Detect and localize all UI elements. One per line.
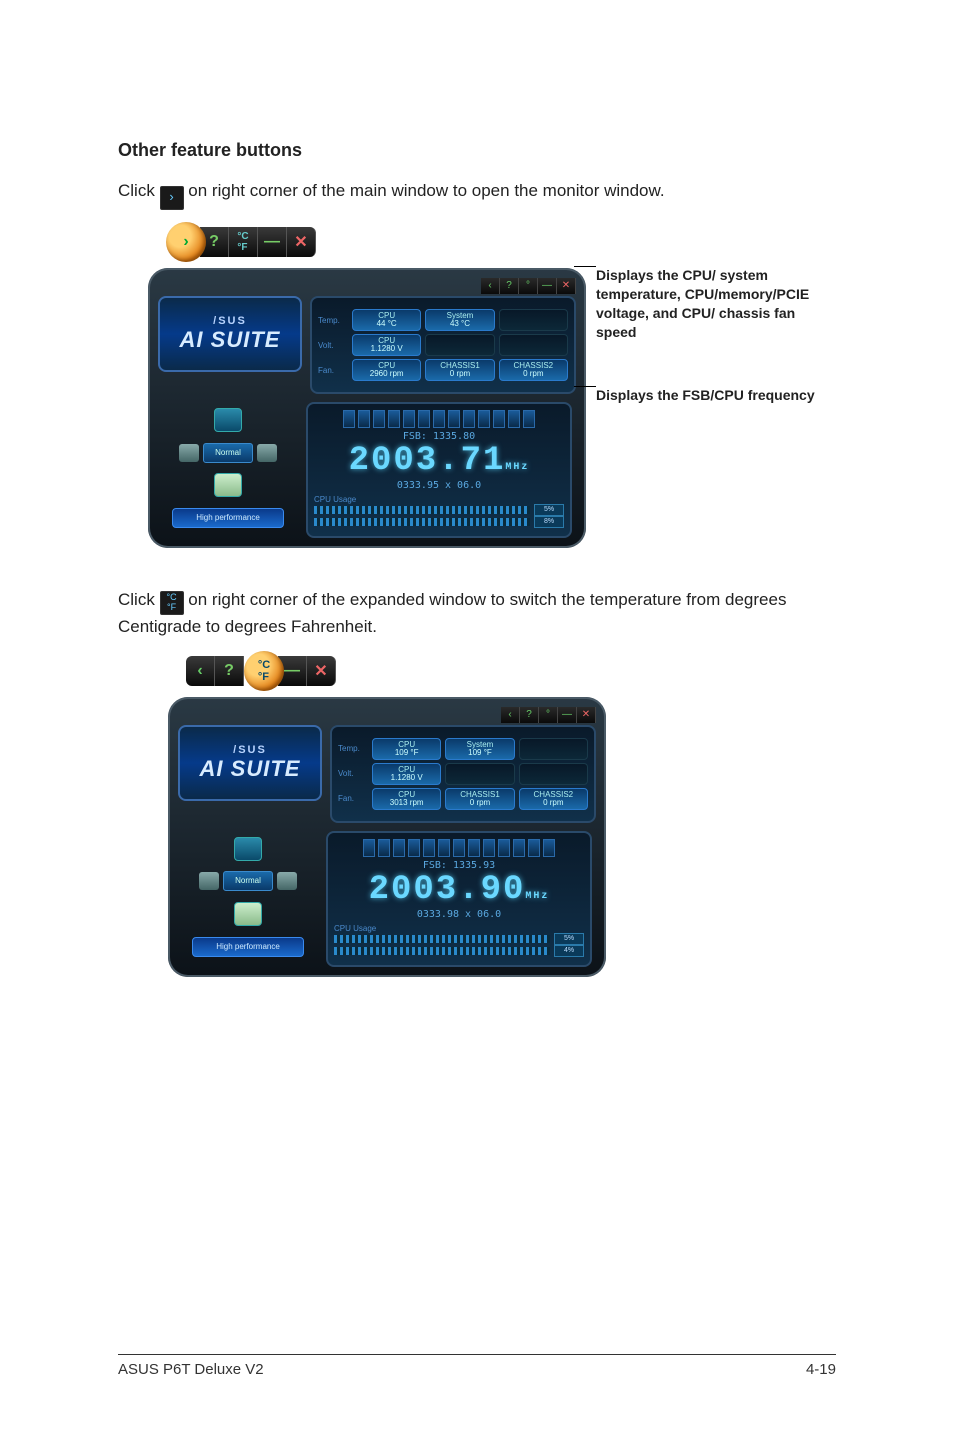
mini-toolbar-2: ‹ ? ° — ✕ (178, 707, 596, 723)
logo-box-2: /SUS AI SUITE (178, 725, 322, 801)
volt-empty1 (425, 334, 494, 356)
logo-box: /SUS AI SUITE (158, 296, 302, 372)
high-performance-button-2[interactable]: High performance (192, 937, 304, 957)
cpu-frequency-2: 2003.90MHz (334, 871, 584, 909)
monitor-icon-2 (234, 837, 262, 861)
fan-label-2: Fan. (338, 794, 368, 803)
frequency-panel-2: FSB: 1335.93 2003.90MHz 0333.98 x 06.0 C… (326, 831, 592, 967)
fan-cpu: CPU2960 rpm (352, 359, 421, 381)
fan-chassis2: CHASSIS20 rpm (499, 359, 568, 381)
cpu-usage-2: 8% (534, 516, 564, 528)
titlebar-2: ‹ ? °C°F — ✕ (186, 651, 606, 691)
mini-collapse-2[interactable]: ‹ (501, 707, 520, 723)
mode-prev[interactable] (179, 444, 199, 462)
apply-icon[interactable] (214, 473, 242, 497)
para1-post: on right corner of the main window to op… (188, 181, 664, 200)
para2-pre: Click (118, 590, 160, 609)
dram-value-2: 0333.98 x 06.0 (334, 909, 584, 920)
mode-label: Normal (203, 443, 253, 463)
collapse-button[interactable]: ‹ (186, 656, 215, 686)
footer-left: ASUS P6T Deluxe V2 (118, 1361, 264, 1378)
titlebar: › ? °C°F — ✕ (166, 222, 586, 262)
temp-unit-button[interactable]: °C°F (229, 227, 258, 257)
cpu-usage-1: 5% (534, 504, 564, 516)
mode-next-2[interactable] (277, 872, 297, 890)
apply-icon-2[interactable] (234, 902, 262, 926)
mini-unit[interactable]: ° (519, 278, 538, 294)
footer-right: 4-19 (806, 1361, 836, 1378)
help-button-2[interactable]: ? (215, 656, 244, 686)
page-footer: ASUS P6T Deluxe V2 4-19 (118, 1354, 836, 1378)
mini-close-2[interactable]: ✕ (577, 707, 596, 723)
fsb-value: FSB: 1335.80 (314, 431, 564, 442)
mini-unit-2[interactable]: ° (539, 707, 558, 723)
mode-box: Normal High performance (158, 402, 298, 534)
cpu-usage-2b: 4% (554, 945, 584, 957)
temp-unit-icon: °C°F (160, 591, 184, 615)
close-button-2[interactable]: ✕ (307, 656, 336, 686)
mini-toolbar: ‹ ? ° — ✕ (158, 278, 576, 294)
mode-box-2: Normal High performance (178, 831, 318, 963)
mini-close[interactable]: ✕ (557, 278, 576, 294)
mode-prev-2[interactable] (199, 872, 219, 890)
temp-system: System43 °C (425, 309, 494, 331)
fan-label: Fan. (318, 366, 348, 375)
logo-bottom-2: AI SUITE (200, 756, 301, 782)
high-performance-button[interactable]: High performance (172, 508, 284, 528)
paragraph-2: Click °C°F on right corner of the expand… (118, 588, 836, 639)
sensor-panel-2: Temp. CPU109 °F System109 °F Volt. CPU1.… (330, 725, 596, 823)
volt-cpu: CPU1.1280 V (352, 334, 421, 356)
para1-pre: Click (118, 181, 160, 200)
cpu-usage-label-2: CPU Usage (334, 924, 584, 933)
cpu-frequency: 2003.71MHz (314, 442, 564, 480)
temp-empty-2 (519, 738, 588, 760)
mini-min-2[interactable]: — (558, 707, 577, 723)
expand-button[interactable]: › (166, 222, 206, 262)
section-heading: Other feature buttons (118, 140, 836, 161)
mode-label-2: Normal (223, 871, 273, 891)
callout-sensors: Displays the CPU/ system temperature, CP… (596, 266, 836, 376)
monitor-icon (214, 408, 242, 432)
figure-1: › ? °C°F — ✕ ‹ ? ° — ✕ /SUS AI SUITE (148, 222, 836, 548)
volt-label: Volt. (318, 341, 348, 350)
volt-empty2 (499, 334, 568, 356)
cpu-usage-label: CPU Usage (314, 495, 564, 504)
figure-2: ‹ ? °C°F — ✕ ‹ ? ° — ✕ /SUS AI SUITE (168, 651, 836, 977)
fan-chassis2-2: CHASSIS20 rpm (519, 788, 588, 810)
temp-cpu: CPU44 °C (352, 309, 421, 331)
cpu-usage-1b: 5% (554, 933, 584, 945)
temp-label: Temp. (318, 316, 348, 325)
callout-frequency: Displays the FSB/CPU frequency (596, 386, 836, 405)
para2-post: on right corner of the expanded window t… (118, 590, 786, 636)
temp-cpu-2: CPU109 °F (372, 738, 441, 760)
volt-empty1-2 (445, 763, 514, 785)
volt-empty2-2 (519, 763, 588, 785)
mode-next[interactable] (257, 444, 277, 462)
temp-label-2: Temp. (338, 744, 368, 753)
fan-chassis1: CHASSIS10 rpm (425, 359, 494, 381)
fsb-value-2: FSB: 1335.93 (334, 860, 584, 871)
logo-top: /SUS (213, 315, 247, 327)
mini-min[interactable]: — (538, 278, 557, 294)
sensor-panel: Temp. CPU44 °C System43 °C Volt. CPU1.12… (310, 296, 576, 394)
expand-icon: › (160, 186, 184, 210)
temp-system-2: System109 °F (445, 738, 514, 760)
volt-cpu-2: CPU1.1280 V (372, 763, 441, 785)
paragraph-1: Click › on right corner of the main wind… (118, 179, 836, 210)
dram-value: 0333.95 x 06.0 (314, 480, 564, 491)
mini-help[interactable]: ? (500, 278, 519, 294)
volt-label-2: Volt. (338, 769, 368, 778)
mini-help-2[interactable]: ? (520, 707, 539, 723)
temp-empty (499, 309, 568, 331)
logo-bottom: AI SUITE (180, 327, 281, 353)
fan-cpu-2: CPU3013 rpm (372, 788, 441, 810)
close-button[interactable]: ✕ (287, 227, 316, 257)
frequency-panel: FSB: 1335.80 2003.71MHz 0333.95 x 06.0 C… (306, 402, 572, 538)
mini-collapse[interactable]: ‹ (481, 278, 500, 294)
logo-top-2: /SUS (233, 744, 267, 756)
temp-unit-button-2[interactable]: °C°F (244, 651, 284, 691)
minimize-button[interactable]: — (258, 227, 287, 257)
fan-chassis1-2: CHASSIS10 rpm (445, 788, 514, 810)
